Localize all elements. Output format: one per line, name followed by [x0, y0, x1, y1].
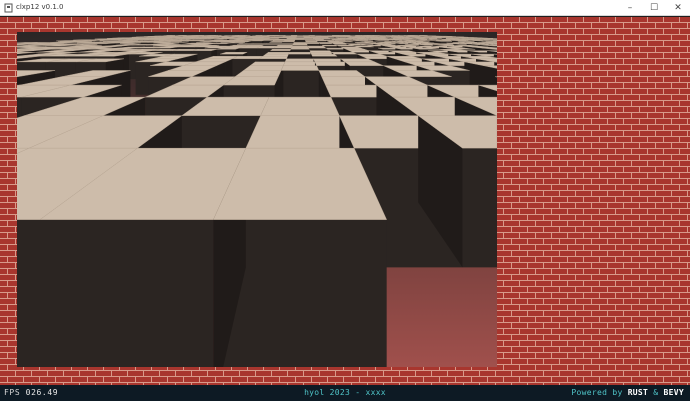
minimize-button[interactable]: –	[618, 0, 642, 16]
minimize-icon: –	[627, 3, 633, 13]
bevy-brand: BEVY	[663, 388, 684, 397]
maximize-icon: ☐	[649, 3, 659, 13]
powered-by: Powered by RUST & BEVY	[571, 385, 684, 401]
maximize-button[interactable]: ☐	[642, 0, 666, 16]
window-title: clxp12 v0.1.0	[16, 3, 64, 11]
brand-ampersand: &	[653, 388, 659, 397]
hud-bar: FPS 026.49 hyol 2023 - xxxx Powered by R…	[0, 385, 690, 401]
app-icon	[4, 3, 13, 13]
powered-by-label: Powered by	[571, 388, 623, 397]
close-button[interactable]: ✕	[666, 0, 690, 16]
window-titlebar: clxp12 v0.1.0 – ☐ ✕	[0, 0, 690, 16]
game-canvas[interactable]	[0, 17, 690, 385]
rust-brand: RUST	[627, 388, 649, 397]
close-icon: ✕	[674, 3, 682, 13]
